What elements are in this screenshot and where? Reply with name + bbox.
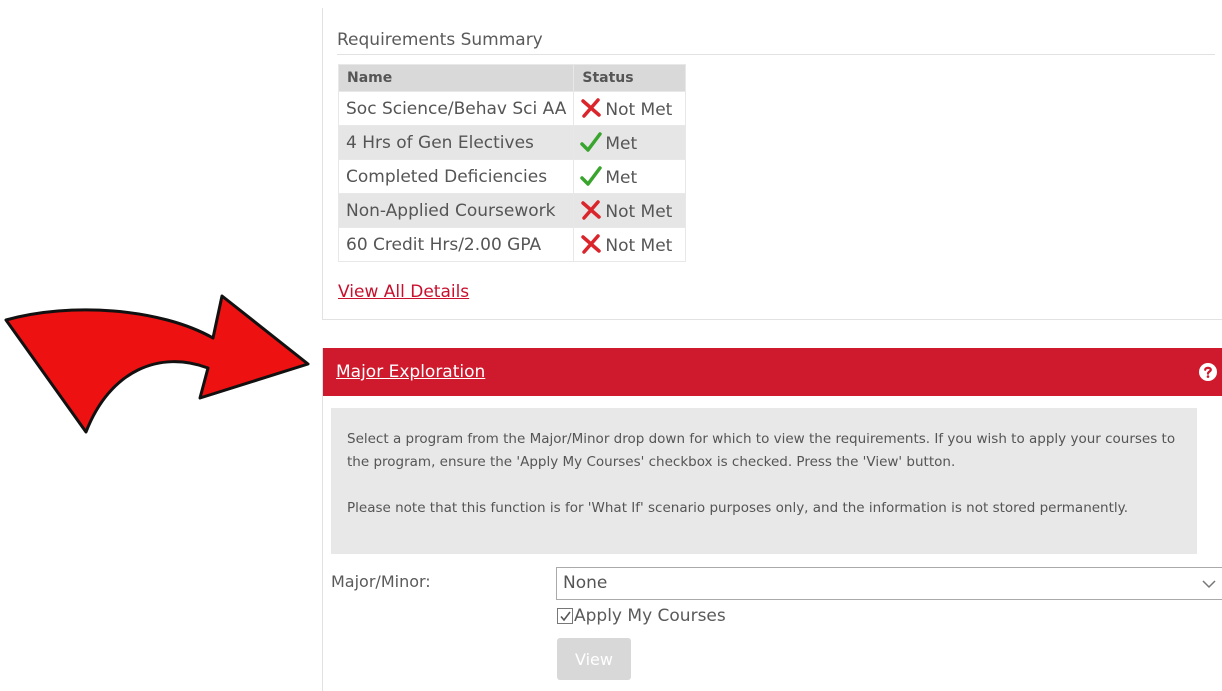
check-icon <box>580 131 603 152</box>
status-text: Met <box>605 133 638 154</box>
requirement-name: Non-Applied Coursework <box>337 193 575 228</box>
apply-my-courses-checkbox[interactable] <box>557 608 573 624</box>
instructions-box: Select a program from the Major/Minor dr… <box>331 408 1197 554</box>
table-row: Soc Science/Behav Sci AA Not Met <box>337 91 687 126</box>
column-header-name: Name <box>337 64 575 92</box>
status-text: Not Met <box>605 235 673 256</box>
major-exploration-title-link[interactable]: Major Exploration <box>336 362 485 382</box>
table-row: Non-Applied Coursework Not Met <box>337 193 687 228</box>
requirement-status: Not Met <box>573 91 687 126</box>
column-header-status: Status <box>573 64 687 92</box>
status-text: Not Met <box>605 201 673 222</box>
table-header-row: Name Status <box>337 64 687 92</box>
table-row: 4 Hrs of Gen Electives Met <box>337 125 687 160</box>
requirements-summary-panel: Requirements Summary Name Status Soc Sci… <box>322 8 1222 320</box>
check-icon <box>580 165 603 186</box>
requirement-name: 60 Credit Hrs/2.00 GPA <box>337 227 575 262</box>
disclaimer-text: Please note that this function is for 'W… <box>347 500 1129 516</box>
apply-my-courses-label: Apply My Courses <box>574 606 726 626</box>
x-icon <box>581 199 602 220</box>
instructions-text: Select a program from the Major/Minor dr… <box>347 431 1176 470</box>
requirement-name: Completed Deficiencies <box>337 159 575 194</box>
major-minor-selected-value: None <box>563 573 608 593</box>
requirement-status: Not Met <box>573 193 687 228</box>
view-button[interactable]: View <box>557 638 631 680</box>
requirement-status: Met <box>573 125 687 160</box>
red-arrow-icon <box>4 294 310 434</box>
status-text: Met <box>605 167 638 188</box>
major-minor-label: Major/Minor: <box>331 572 431 591</box>
checkmark-icon <box>560 611 571 622</box>
question-circle-icon[interactable] <box>1199 363 1217 381</box>
requirement-status: Met <box>573 159 687 194</box>
table-row: Completed Deficiencies Met <box>337 159 687 194</box>
x-icon <box>581 233 602 254</box>
chevron-down-icon <box>1202 580 1216 589</box>
major-minor-select[interactable]: None <box>556 567 1222 600</box>
requirements-summary-title: Requirements Summary <box>337 30 1215 55</box>
requirement-name: Soc Science/Behav Sci AA <box>337 91 575 126</box>
requirements-table: Name Status Soc Science/Behav Sci AA Not… <box>337 64 687 262</box>
major-exploration-header: Major Exploration <box>323 348 1222 396</box>
x-icon <box>581 97 602 118</box>
requirement-status: Not Met <box>573 227 687 262</box>
table-row: 60 Credit Hrs/2.00 GPA Not Met <box>337 227 687 262</box>
requirement-name: 4 Hrs of Gen Electives <box>337 125 575 160</box>
apply-my-courses-row[interactable]: Apply My Courses <box>557 606 726 626</box>
major-exploration-panel: Major Exploration Select a program from … <box>322 348 1222 691</box>
status-text: Not Met <box>605 99 673 120</box>
view-all-details-link[interactable]: View All Details <box>338 282 469 302</box>
